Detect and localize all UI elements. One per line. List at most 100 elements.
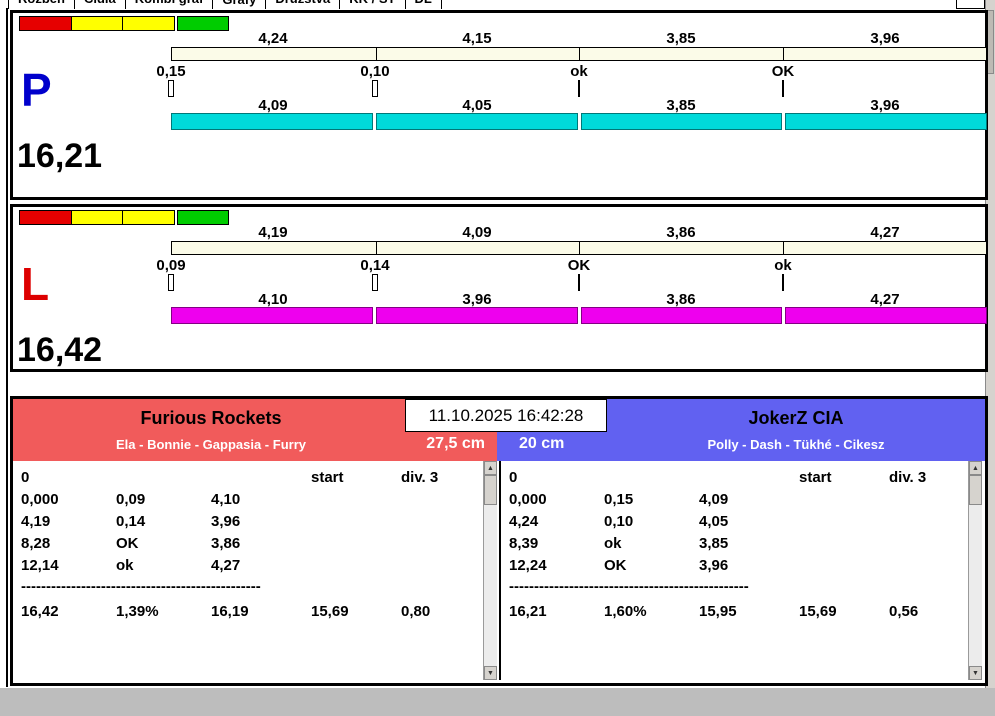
scroll-up-button[interactable]: ▲ — [969, 461, 982, 475]
table-cell: 12,14 — [21, 556, 59, 574]
table-cell: 0,15 — [604, 490, 634, 508]
height-category: 20 cm — [519, 435, 565, 452]
traffic-yellow-segment-2 — [122, 16, 175, 31]
table-body: 0 start div. 3 0,000 0,15 4,09 4,24 0,10… — [509, 466, 964, 622]
split-marker-label: ok — [774, 257, 792, 274]
table-scrollbar[interactable]: ▲ ▼ — [483, 461, 497, 680]
table-cell: 12,24 — [509, 556, 547, 574]
lane-letter: P — [21, 64, 52, 116]
segment-value: 4,24 — [258, 30, 288, 47]
segment-value: 4,10 — [258, 291, 288, 308]
window-bottom-strip — [0, 688, 995, 716]
traffic-green-segment — [176, 16, 229, 31]
table-row: 8,39 ok 3,85 — [509, 532, 964, 554]
table-cell: 16,21 — [509, 602, 547, 620]
split-bar — [580, 113, 783, 130]
split-marker-tick — [782, 274, 784, 291]
table-cell: 1,60% — [604, 602, 647, 620]
segment-value: 3,96 — [870, 30, 900, 47]
segment-value: 4,09 — [258, 97, 288, 114]
tab-bar: Rozbeh Čidla Kombi graf Grafy Družstvá K… — [8, 0, 956, 9]
segment-value: 4,05 — [462, 97, 492, 114]
split-marker-label: 0,10 — [360, 63, 390, 80]
table-cell: 4,10 — [211, 490, 241, 508]
table-row: 4,19 0,14 3,96 — [21, 510, 479, 532]
table-cell: 15,95 — [699, 602, 737, 620]
table-cell: 16,42 — [21, 602, 59, 620]
split-marker-tick — [168, 274, 174, 291]
tab-grafy[interactable]: Grafy — [212, 0, 266, 9]
upper-split-values: 4,24 4,15 3,85 3,96 — [171, 30, 987, 47]
table-cell: 15,69 — [799, 602, 837, 620]
table-row: 0,000 0,15 4,09 — [509, 488, 964, 510]
segment-value: 3,85 — [666, 97, 696, 114]
tab-dl[interactable]: DL — [404, 0, 442, 9]
traffic-light-indicator — [19, 16, 229, 31]
scroll-down-button[interactable]: ▼ — [484, 666, 497, 680]
table-totals-row: 16,42 1,39% 16,19 15,69 0,80 — [21, 600, 479, 622]
tab-cidla[interactable]: Čidla — [73, 0, 125, 9]
table-cell: 8,28 — [21, 534, 51, 552]
table-row: 12,24 OK 3,96 — [509, 554, 964, 576]
table-cell: 0,80 — [401, 602, 431, 620]
table-divider: ----------------------------------------… — [21, 578, 261, 595]
table-cell: ok — [116, 556, 134, 574]
table-cell: 0 — [509, 468, 518, 486]
table-cell: 1,39% — [116, 602, 159, 620]
scroll-up-button[interactable]: ▲ — [484, 461, 497, 475]
split-bar — [580, 307, 783, 324]
table-cell: 4,24 — [509, 512, 539, 530]
split-marker-label: ok — [570, 63, 588, 80]
table-cell: 3,85 — [699, 534, 729, 552]
table-totals-row: 16,21 1,60% 15,95 15,69 0,56 — [509, 600, 964, 622]
traffic-light-indicator — [19, 210, 229, 225]
traffic-red-segment — [19, 16, 72, 31]
scroll-up-icon: ▲ — [972, 464, 979, 472]
split-time-bars — [171, 307, 987, 324]
reference-scale-bar — [171, 47, 987, 61]
tab-rozbeh[interactable]: Rozbeh — [8, 0, 74, 9]
table-cell: start — [311, 468, 344, 486]
traffic-red-segment — [19, 210, 72, 225]
table-cell: 0,09 — [116, 490, 146, 508]
scroll-down-button[interactable]: ▼ — [969, 666, 982, 680]
table-cell: 0,10 — [604, 512, 634, 530]
window-scrollbar-thumb[interactable] — [987, 10, 994, 74]
scroll-down-icon: ▼ — [487, 669, 494, 677]
team-result-table-right: 0 start div. 3 0,000 0,15 4,09 4,24 0,10… — [499, 461, 982, 680]
table-scrollbar[interactable]: ▲ ▼ — [968, 461, 982, 680]
table-cell: 8,39 — [509, 534, 539, 552]
tab-druzstva[interactable]: Družstvá — [265, 0, 340, 9]
tab-kombi-graf[interactable]: Kombi graf — [124, 0, 213, 9]
total-time: 16,21 — [17, 137, 103, 175]
team-name: JokerZ CIA — [748, 408, 844, 428]
split-marker-label: 0,14 — [360, 257, 390, 274]
scrollbar-thumb[interactable] — [969, 475, 982, 505]
lane-letter: L — [21, 258, 50, 310]
scoreboard: Furious Rockets Ela - Bonnie - Gappasia … — [10, 396, 988, 686]
table-cell: start — [799, 468, 832, 486]
table-cell: 3,86 — [211, 534, 241, 552]
table-header-row: 0 start div. 3 — [21, 466, 479, 488]
scrollbar-thumb[interactable] — [484, 475, 497, 505]
segment-value: 3,86 — [666, 291, 696, 308]
split-bar — [171, 113, 373, 130]
window-left-border — [6, 8, 8, 687]
total-time: 16,42 — [17, 331, 103, 369]
table-cell: 3,96 — [699, 556, 729, 574]
tab-strip-end-box — [956, 0, 985, 9]
table-row: 12,14 ok 4,27 — [21, 554, 479, 576]
table-cell: 15,69 — [311, 602, 349, 620]
table-cell: 4,19 — [21, 512, 51, 530]
tab-kk-st[interactable]: KK / ST — [339, 0, 405, 9]
segment-value: 3,96 — [462, 291, 492, 308]
split-marker-tick — [782, 80, 784, 97]
table-body: 0 start div. 3 0,000 0,09 4,10 4,19 0,14… — [21, 466, 479, 622]
table-cell: div. 3 — [401, 468, 439, 486]
table-divider: ----------------------------------------… — [509, 578, 749, 595]
lower-split-values: 4,10 3,96 3,86 4,27 — [171, 291, 987, 308]
split-marker-tick — [372, 274, 378, 291]
table-header-row: 0 start div. 3 — [509, 466, 964, 488]
traffic-yellow-segment-1 — [70, 210, 123, 225]
traffic-green-segment — [176, 210, 229, 225]
